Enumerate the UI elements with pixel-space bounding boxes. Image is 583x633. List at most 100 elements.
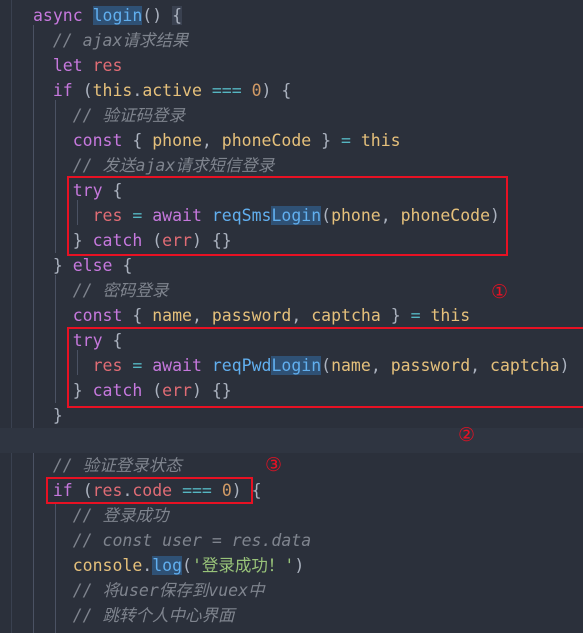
token-call-open: ( [321,206,332,225]
token-assign: = [341,131,351,150]
token-assign-op-2: = [132,356,143,375]
token-this: this [92,81,133,100]
token-res-ref: res [92,481,123,500]
token-paren-open: ( [82,81,93,100]
code-line-2[interactable]: // ajax请求结果 [0,28,583,53]
token-comma-2: , [291,306,302,325]
token-const: const [72,131,123,150]
token-catch-2: catch [92,381,143,400]
token-name: name [152,306,192,325]
comment-redirect-profile: // 跳转个人中心界面 [72,606,235,625]
token-close-brace-2: } [72,381,83,400]
token-brace-close: } [321,131,332,150]
token-try-brace-2: { [112,331,123,350]
code-line-21[interactable]: // 登录成功 [0,503,583,528]
code-lines-container[interactable]: async login() { // ajax请求结果 let res if (… [0,0,583,633]
code-line-8[interactable]: try { [0,178,583,203]
annotation-marker-2: ② [458,424,476,446]
token-paren-close: ) [261,81,272,100]
token-if: if [52,81,73,100]
token-catch: catch [92,231,143,250]
token-code-prop: code [132,481,173,500]
token-res-assign-2: res [92,356,123,375]
code-line-5[interactable]: // 验证码登录 [0,103,583,128]
comment-verify-login-state: // 验证登录状态 [52,456,182,475]
token-login-selected: login [92,6,143,25]
annotation-marker-3: ③ [265,454,283,476]
token-catch-open-2: ( [152,381,163,400]
token-if-close: ) [231,481,242,500]
token-try-brace: { [112,181,123,200]
code-line-4[interactable]: if (this.active === 0) { [0,78,583,103]
token-err-2: err [162,381,192,400]
code-line-9[interactable]: res = await reqSmsLogin(phone, phoneCode… [0,203,583,228]
token-call-close: ) [490,206,500,225]
token-assign-2: = [410,306,421,325]
comment-ajax-result: // ajax请求结果 [52,31,189,50]
token-log-close: ) [294,556,305,575]
token-catch-open: ( [152,231,163,250]
token-this-ref: this [360,131,401,150]
code-line-22[interactable]: // const user = res.data [0,528,583,553]
annotation-marker-1: ① [491,281,509,303]
token-destructure-close: } [390,306,401,325]
comment-sms-login: // 验证码登录 [72,106,186,125]
token-parens: () [142,6,163,25]
token-block-close: } [52,406,63,425]
code-line-24[interactable]: // 将user保存到vuex中 [0,578,583,603]
token-await: await [152,206,202,225]
code-line-7[interactable]: // 发送ajax请求短信登录 [0,153,583,178]
token-catch-close-2: ) [191,381,202,400]
token-strict-equals: === [211,81,242,100]
token-dot-2: . [122,481,133,500]
token-empty-block-2: {} [211,381,232,400]
token-close-brace: } [72,231,83,250]
comment-login-success: // 登录成功 [72,506,169,525]
comment-password-login: // 密码登录 [72,281,169,300]
token-res: res [92,56,123,75]
token-const-2: const [72,306,123,325]
token-comma-1: , [191,306,202,325]
code-line-15[interactable]: res = await reqPwdLogin(name, password, … [0,353,583,378]
code-line-19[interactable]: // 验证登录状态 [0,453,583,478]
code-editor[interactable]: async login() { // ajax请求结果 let res if (… [0,0,583,633]
code-line-14[interactable]: try { [0,328,583,353]
token-log-open: ( [182,556,192,575]
code-line-25[interactable]: // 跳转个人中心界面 [0,603,583,628]
token-dot-3: . [142,556,153,575]
token-err: err [162,231,192,250]
code-line-20[interactable]: if (res.code === 0) { [0,478,583,503]
token-arg-comma: , [380,206,391,225]
token-arg-phonecode: phoneCode [400,206,491,225]
token-destructure-open: { [132,306,143,325]
token-arg-password: password [390,356,471,375]
code-line-10[interactable]: } catch (err) {} [0,228,583,253]
token-open-brace: { [172,6,183,25]
code-line-17[interactable]: } [0,403,583,428]
token-strict-equals-2: === [182,481,212,500]
code-line-16[interactable]: } catch (err) {} [0,378,583,403]
comment-const-user: // const user = res.data [72,531,312,550]
code-line-23[interactable]: console.log('登录成功！') [0,553,583,578]
code-line-6[interactable]: const { phone, phoneCode } = this [0,128,583,153]
code-line-11[interactable]: } else { [0,253,583,278]
token-catch-close: ) [191,231,202,250]
code-line-1[interactable]: async login() { [0,3,583,28]
token-try: try [72,181,103,200]
token-call-close-2: ) [559,356,570,375]
code-line-13[interactable]: const { name, password, captcha } = this [0,303,583,328]
token-phonecode: phoneCode [221,131,312,150]
token-zero-2: 0 [221,481,232,500]
token-if-2: if [52,481,73,500]
token-arg-comma-b: , [470,356,481,375]
token-let: let [52,56,83,75]
token-else: else [72,256,113,275]
token-phone: phone [152,131,202,150]
token-console: console [72,556,143,575]
comment-send-ajax-sms: // 发送ajax请求短信登录 [72,156,275,175]
token-try-2: try [72,331,103,350]
token-dot: . [132,81,143,100]
code-line-3[interactable]: let res [0,53,583,78]
code-line-18-blank-highlighted[interactable] [0,428,583,453]
token-if-open: ( [82,481,93,500]
